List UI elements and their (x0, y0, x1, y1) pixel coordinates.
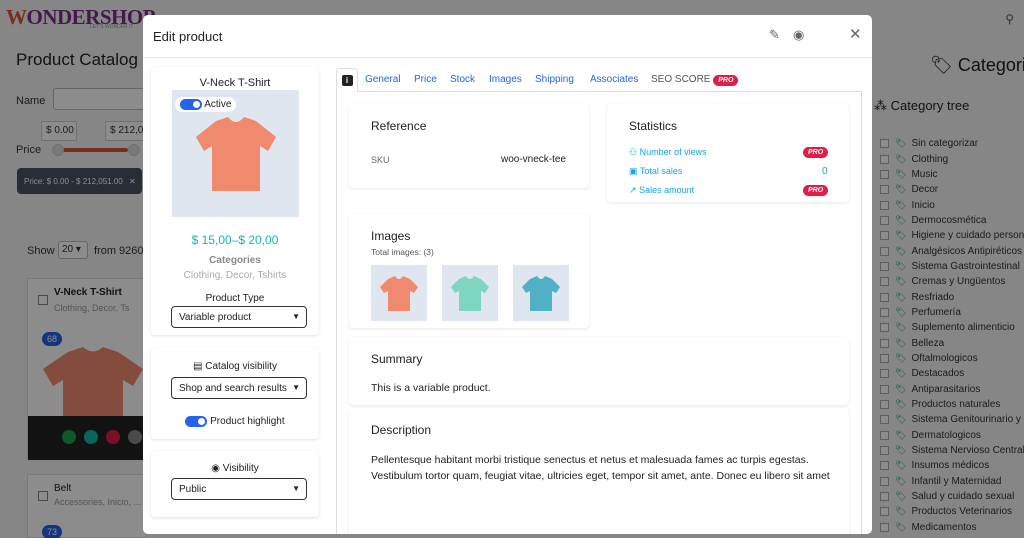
tshirt-orange-image (380, 276, 418, 311)
edit-icon[interactable]: ✎ (769, 27, 780, 43)
description-panel: Description Pellentesque habitant morbi … (349, 408, 849, 534)
product-summary-card: V-Neck T-Shirt Active $ 15,00–$ 20,00 Ca… (151, 67, 319, 335)
sku-value: woo-vneck-tee (501, 154, 567, 165)
image-thumbnail[interactable] (371, 265, 427, 321)
tab-bar: i General Price Stock Images Shipping As… (336, 68, 862, 92)
reference-panel: Reference SKU woo-vneck-tee (349, 104, 589, 188)
image-thumbnail[interactable] (442, 265, 498, 321)
info-icon: i (341, 75, 353, 86)
edit-product-modal: Edit product ✎ ◉ ✕ V-Neck T-Shirt Active… (143, 15, 872, 534)
image-thumbnail[interactable] (513, 265, 569, 321)
total-sales-link[interactable]: ▣ Total sales (629, 166, 682, 177)
pro-badge: PRO (713, 75, 739, 86)
tab-price[interactable]: Price (414, 74, 437, 85)
doc-icon: ▤ (193, 361, 203, 372)
tab-info[interactable]: i (336, 68, 358, 92)
number-of-views-link[interactable]: ⚇ Number of views (629, 147, 707, 158)
product-type-select[interactable]: Variable product ▼ (171, 306, 307, 328)
images-total: Total images: (3) (371, 247, 434, 257)
summary-text: This is a variable product. (371, 382, 491, 394)
close-icon[interactable]: ✕ (849, 25, 862, 43)
eye-icon: ◉ (211, 463, 220, 474)
sku-label: SKU (371, 155, 390, 165)
tab-seo-score[interactable]: SEO SCORE PRO (651, 74, 739, 86)
tab-associates[interactable]: Associates (590, 74, 638, 85)
chart-icon: ↗ (629, 185, 637, 195)
summary-panel: Summary This is a variable product. (349, 337, 849, 405)
sales-amount-link[interactable]: ↗ Sales amount (629, 185, 694, 196)
product-image[interactable]: Active (172, 90, 299, 217)
pro-badge: PRO (803, 185, 829, 196)
visibility-card: ◉ Visibility Public ▼ (151, 451, 319, 517)
categories-value: Clothing, Decor, Tshirts (183, 270, 287, 281)
tab-general[interactable]: General (365, 74, 401, 85)
catalog-visibility-card: ▤ Catalog visibility Shop and search res… (151, 348, 319, 439)
modal-title: Edit product (153, 29, 223, 44)
statistics-title: Statistics (629, 119, 678, 133)
description-title: Description (371, 423, 432, 437)
visibility-label: ◉ Visibility (211, 463, 259, 474)
tshirt-image (196, 117, 276, 191)
tab-images[interactable]: Images (489, 74, 522, 85)
modal-header: Edit product ✎ ◉ ✕ (143, 15, 872, 58)
price-range: $ 15,00–$ 20,00 (191, 233, 279, 247)
highlight-switch[interactable] (185, 416, 208, 427)
caret-down-icon: ▼ (292, 383, 300, 392)
tshirt-mint-image (451, 276, 489, 311)
total-sales-value: 0 (822, 166, 828, 177)
money-icon: ▣ (629, 166, 638, 176)
visibility-select[interactable]: Public ▼ (171, 478, 307, 500)
product-type-label: Product Type (205, 293, 265, 304)
reference-title: Reference (371, 119, 427, 133)
tab-stock[interactable]: Stock (450, 74, 475, 85)
tshirt-blue-image (522, 276, 560, 311)
eye-icon[interactable]: ◉ (793, 27, 804, 43)
product-highlight-toggle[interactable]: Product highlight (151, 416, 319, 427)
images-panel: Images Total images: (3) (349, 214, 589, 328)
caret-down-icon: ▼ (292, 312, 300, 321)
categories-label: Categories (209, 255, 261, 266)
pro-badge: PRO (803, 147, 829, 158)
active-toggle[interactable]: Active (175, 97, 237, 113)
tab-content: Reference SKU woo-vneck-tee Statistics ⚇… (336, 92, 862, 534)
tab-shipping[interactable]: Shipping (535, 74, 574, 85)
product-name: V-Neck T-Shirt (199, 77, 271, 89)
catalog-visibility-select[interactable]: Shop and search results ▼ (171, 377, 307, 399)
caret-down-icon: ▼ (292, 484, 300, 493)
catalog-visibility-label: ▤ Catalog visibility (193, 361, 277, 372)
active-switch[interactable] (180, 99, 202, 110)
description-text: Pellentesque habitant morbi tristique se… (371, 454, 830, 482)
images-title: Images (371, 229, 411, 243)
users-icon: ⚇ (629, 147, 638, 157)
statistics-panel: Statistics ⚇ Number of views PRO ▣ Total… (607, 104, 849, 202)
summary-title: Summary (371, 352, 423, 366)
